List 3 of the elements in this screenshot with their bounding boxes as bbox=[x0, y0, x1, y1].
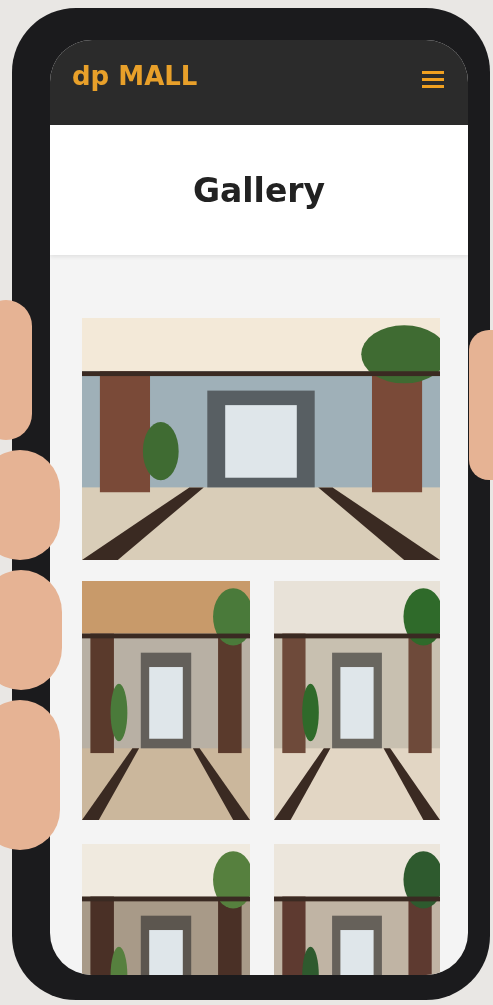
menu-icon[interactable] bbox=[422, 69, 444, 88]
page-title: Gallery bbox=[192, 170, 326, 210]
logo[interactable]: dp MALL bbox=[72, 60, 198, 91]
